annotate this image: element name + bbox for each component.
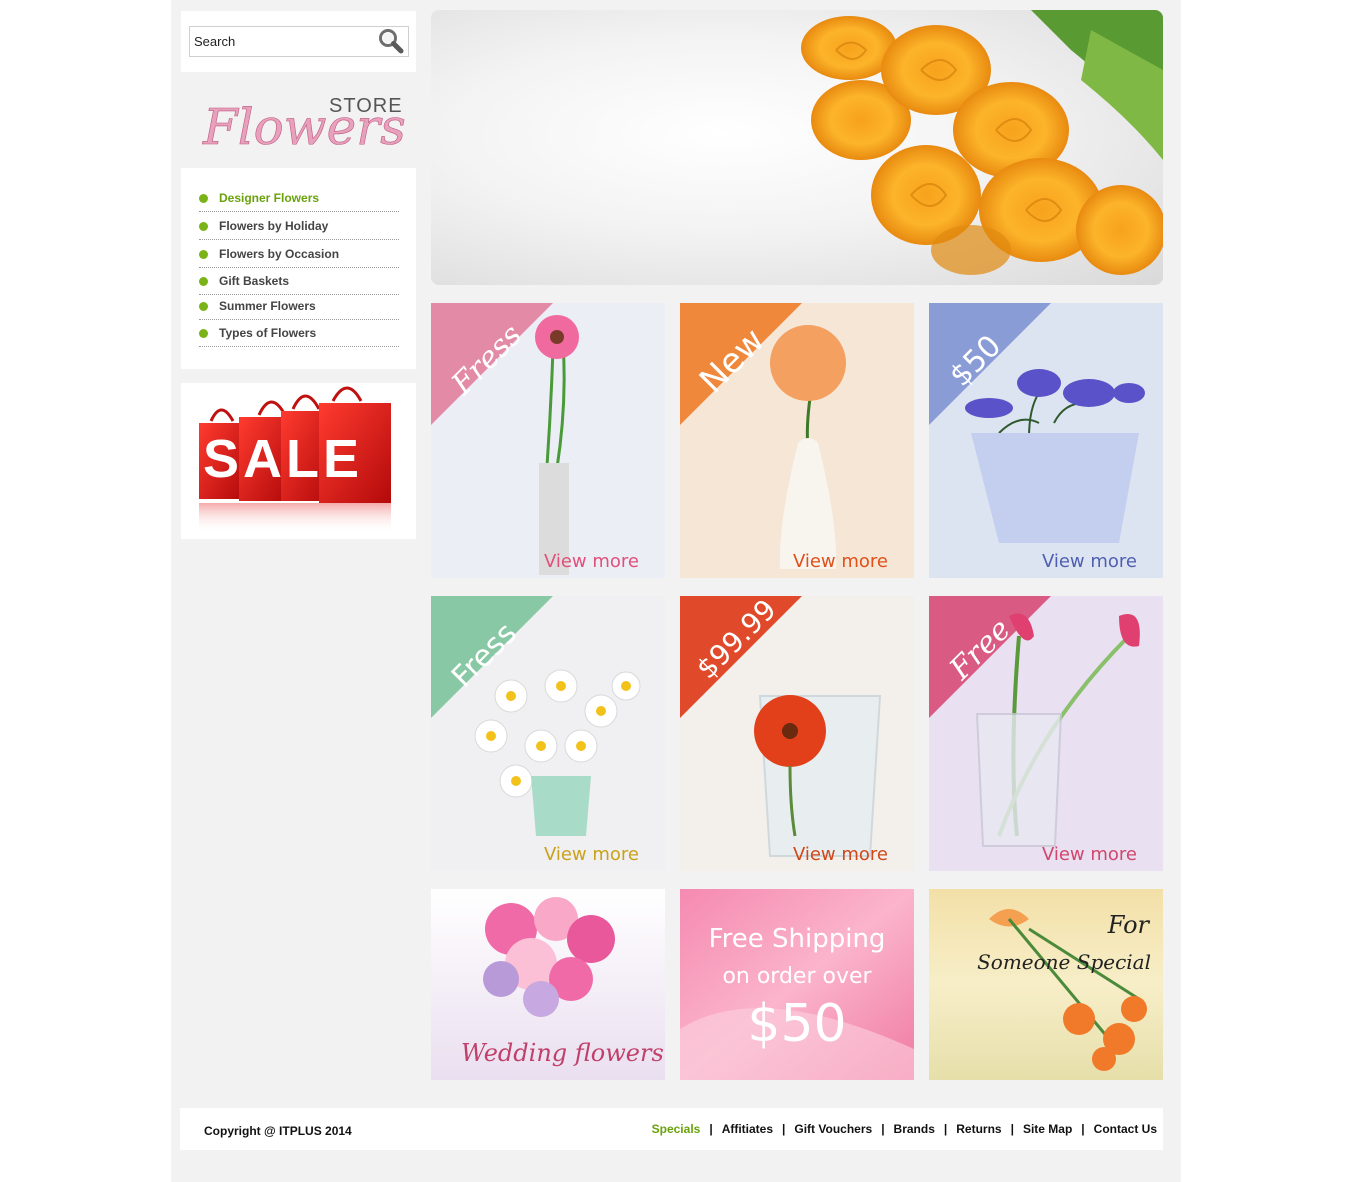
footer: Copyright @ ITPLUS 2014 Specials | Affitia… <box>180 1108 1163 1150</box>
menu-item-types-of-flowers[interactable]: Types of Flowers <box>199 321 399 347</box>
footer-separator: | <box>782 1122 786 1136</box>
view-more-link[interactable]: View more <box>1042 551 1137 572</box>
calla-lilies-image <box>929 596 1163 871</box>
footer-separator: | <box>943 1122 948 1136</box>
menu-item-designer-flowers[interactable]: Designer Flowers <box>199 186 399 212</box>
category-menu: Designer Flowers Flowers by Holiday Flow… <box>181 168 416 369</box>
pink-gerbera-image <box>431 303 665 578</box>
special-line-1: For <box>1107 911 1151 939</box>
someone-special-promo[interactable]: For Someone Special <box>929 889 1163 1080</box>
product-tile-new[interactable]: New View more <box>680 303 914 578</box>
someone-special-image: For Someone Special <box>929 889 1163 1080</box>
purple-flowers-image <box>929 303 1163 578</box>
product-tile-99[interactable]: $99.99 View more <box>680 596 914 871</box>
search-button[interactable] <box>377 28 405 55</box>
footer-link-affitiates[interactable]: Affitiates <box>722 1122 773 1136</box>
footer-link-contact-us[interactable]: Contact Us <box>1094 1122 1157 1136</box>
wedding-flowers-promo[interactable]: Wedding flowers <box>431 889 665 1080</box>
footer-link-site-map[interactable]: Site Map <box>1023 1122 1072 1136</box>
bullet-icon <box>199 222 208 231</box>
copyright-text: Copyright @ ITPLUS 2014 <box>204 1124 352 1138</box>
menu-item-label: Flowers by Occasion <box>219 247 340 261</box>
footer-separator: | <box>1010 1122 1014 1136</box>
menu-item-gift-baskets[interactable]: Gift Baskets <box>199 269 399 295</box>
search-input[interactable] <box>189 26 409 57</box>
footer-separator: | <box>1081 1122 1085 1136</box>
view-more-link[interactable]: View more <box>544 551 639 572</box>
footer-links: Specials | Affitiates | Gift Vouchers | Brands… <box>652 1122 1157 1136</box>
search-box <box>181 11 416 72</box>
free-shipping-banner: Free Shipping on order over $50 <box>680 889 914 1080</box>
shopping-bags-image: SALE <box>199 386 391 533</box>
shipping-line-2: on order over <box>722 964 872 989</box>
hero-banner[interactable] <box>431 10 1163 285</box>
menu-item-label: Designer Flowers <box>219 191 320 205</box>
product-tile-fress-pink[interactable]: Fress View more <box>431 303 665 578</box>
bullet-icon <box>199 302 208 311</box>
product-tile-50[interactable]: $50 View more <box>929 303 1163 578</box>
bullet-icon <box>199 277 208 286</box>
search-icon <box>379 29 404 54</box>
wedding-bouquet-image: Wedding flowers <box>431 889 665 1080</box>
view-more-link[interactable]: View more <box>1042 844 1137 865</box>
free-shipping-promo[interactable]: Free Shipping on order over $50 <box>680 889 914 1080</box>
menu-item-label: Flowers by Holiday <box>219 219 329 233</box>
special-line-2: Someone Special <box>977 950 1151 974</box>
footer-link-specials[interactable]: Specials <box>652 1122 701 1136</box>
footer-link-brands[interactable]: Brands <box>894 1122 935 1136</box>
shipping-amount: $50 <box>747 994 846 1054</box>
product-tile-free[interactable]: Free View more <box>929 596 1163 871</box>
wedding-promo-text: Wedding flowers <box>461 1039 664 1067</box>
orange-roses-image <box>801 10 1163 275</box>
menu-item-summer-flowers[interactable]: Summer Flowers <box>199 294 399 320</box>
menu-item-label: Gift Baskets <box>219 274 290 288</box>
bullet-icon <box>199 329 208 338</box>
menu-item-label: Types of Flowers <box>219 326 317 340</box>
menu-item-flowers-by-occasion[interactable]: Flowers by Occasion <box>199 242 399 268</box>
menu-item-label: Summer Flowers <box>219 299 316 313</box>
menu-item-flowers-by-holiday[interactable]: Flowers by Holiday <box>199 214 399 240</box>
footer-separator: | <box>709 1122 713 1136</box>
bullet-icon <box>199 194 208 203</box>
bullet-icon <box>199 250 208 259</box>
footer-separator: | <box>881 1122 885 1136</box>
view-more-link[interactable]: View more <box>793 551 888 572</box>
footer-link-gift-vouchers[interactable]: Gift Vouchers <box>794 1122 872 1136</box>
footer-link-returns[interactable]: Returns <box>956 1122 1001 1136</box>
view-more-link[interactable]: View more <box>544 844 639 865</box>
page-container: Flowers STORE Designer Flowers Flowers b… <box>171 0 1181 1182</box>
shipping-line-1: Free Shipping <box>709 924 886 954</box>
orange-carnation-image <box>680 303 914 578</box>
store-logo[interactable]: Flowers STORE <box>181 82 416 158</box>
daisies-image <box>431 596 665 871</box>
logo-store-text: STORE <box>329 95 403 117</box>
product-tile-fress-green[interactable]: Fress View more <box>431 596 665 871</box>
sale-text: SALE <box>203 429 363 489</box>
sale-banner[interactable]: SALE <box>181 383 416 539</box>
view-more-link[interactable]: View more <box>793 844 888 865</box>
